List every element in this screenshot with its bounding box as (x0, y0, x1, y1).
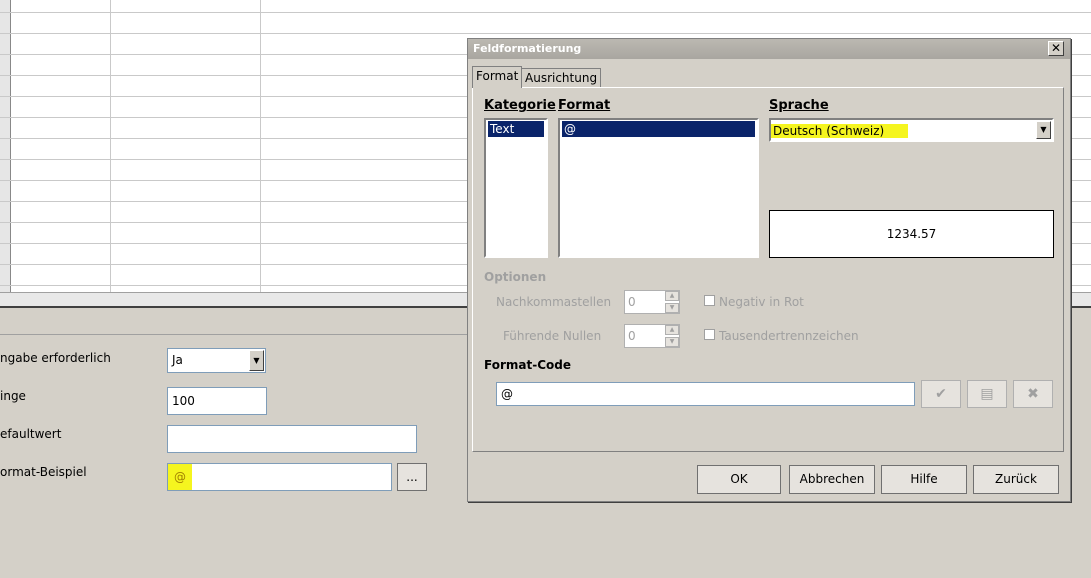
decimal-places-stepper[interactable]: 0 ▲ ▼ (624, 290, 680, 314)
input-required-label: ngabe erforderlich (0, 351, 111, 365)
language-header-text: Sprache (769, 98, 829, 113)
comment-icon[interactable]: ▤ (967, 380, 1007, 408)
spin-down-icon[interactable]: ▼ (665, 303, 679, 313)
spin-down-icon[interactable]: ▼ (665, 337, 679, 347)
language-select[interactable]: Deutsch (Schweiz) ▼ (769, 118, 1054, 142)
decimal-places-value: 0 (628, 295, 636, 309)
reset-button[interactable]: Zurück (973, 465, 1059, 494)
negative-red-label: Negativ in Rot (719, 295, 804, 309)
spin-up-icon[interactable]: ▲ (665, 291, 679, 301)
default-value-label: efaultwert (0, 427, 62, 441)
preview-value: 1234.57 (886, 227, 937, 241)
divider (0, 334, 470, 335)
delete-icon[interactable]: ✖ (1013, 380, 1053, 408)
help-button[interactable]: Hilfe (881, 465, 967, 494)
leading-zeros-value: 0 (628, 329, 636, 343)
thousands-separator-label: Tausendertrennzeichen (719, 329, 859, 343)
language-value: Deutsch (Schweiz) (771, 124, 909, 138)
list-item[interactable]: Text (488, 121, 544, 137)
format-list[interactable]: @ (558, 118, 759, 258)
list-item[interactable]: @ (562, 121, 755, 137)
chevron-down-icon[interactable]: ▼ (1036, 121, 1051, 139)
format-example-input[interactable]: @ (167, 463, 392, 491)
preview-box: 1234.57 (769, 210, 1054, 258)
format-example-button[interactable]: ... (397, 463, 427, 491)
default-value-input[interactable] (167, 425, 417, 453)
spin-up-icon[interactable]: ▲ (665, 325, 679, 335)
row-header (0, 0, 11, 292)
negative-red-checkbox[interactable] (704, 295, 715, 306)
field-format-dialog: Feldformatierung ✕ Format Ausrichtung Ka… (467, 38, 1071, 502)
format-example-value: @ (168, 464, 192, 490)
format-code-input[interactable]: @ (496, 382, 915, 406)
category-header: Kategorie (484, 98, 556, 113)
category-list[interactable]: Text (484, 118, 548, 258)
format-header-text: Format (558, 98, 611, 113)
grid-line (110, 0, 111, 292)
category-header-text: Kategorie (484, 98, 556, 113)
dialog-title: Feldformatierung (473, 42, 582, 55)
format-code-header: Format-Code (484, 358, 571, 372)
tab-format[interactable]: Format (472, 66, 523, 88)
format-header: Format (558, 98, 610, 113)
format-example-label: ormat-Beispiel (0, 465, 87, 479)
dialog-titlebar[interactable]: Feldformatierung ✕ (468, 39, 1070, 59)
options-header: Optionen (484, 270, 547, 284)
chevron-down-icon[interactable]: ▼ (249, 350, 264, 371)
leading-zeros-label: Führende Nullen (503, 329, 602, 343)
input-required-value: Ja (172, 353, 183, 367)
grid-line (260, 0, 261, 292)
length-label: inge (0, 389, 26, 403)
decimal-places-label: Nachkommastellen (496, 295, 612, 309)
ok-button[interactable]: OK (697, 465, 781, 494)
tab-panel-format: Kategorie Text Format @ Sprache Deutsch … (472, 87, 1064, 452)
close-icon[interactable]: ✕ (1048, 41, 1064, 56)
tab-ausrichtung[interactable]: Ausrichtung (521, 68, 602, 87)
check-icon[interactable]: ✔ (921, 380, 961, 408)
grid-line (0, 12, 1091, 13)
leading-zeros-stepper[interactable]: 0 ▲ ▼ (624, 324, 680, 348)
language-header: Sprache (769, 98, 829, 113)
length-input[interactable]: 100 (167, 387, 267, 415)
cancel-button[interactable]: Abbrechen (789, 465, 875, 494)
thousands-separator-checkbox[interactable] (704, 329, 715, 340)
input-required-select[interactable]: Ja ▼ (167, 348, 266, 373)
grid-line (0, 33, 1091, 34)
